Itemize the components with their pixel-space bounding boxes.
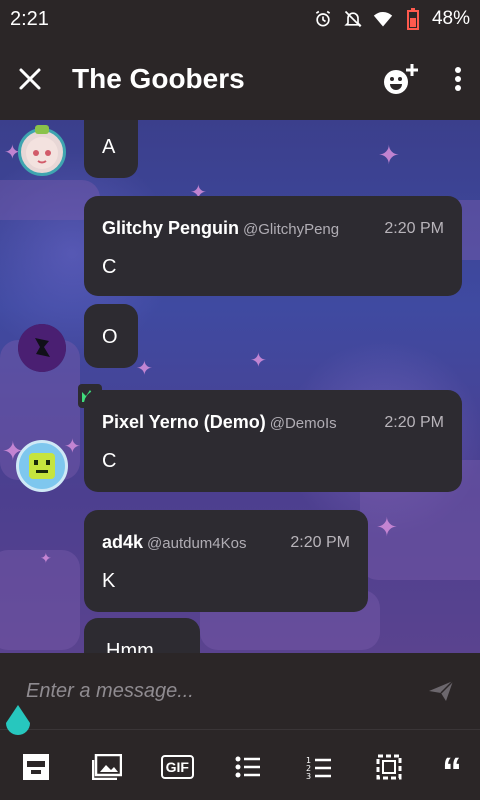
sender-name[interactable]: ad4k bbox=[102, 532, 143, 552]
leaf-badge-icon bbox=[34, 122, 50, 140]
message-text: C bbox=[102, 256, 117, 278]
formatting-toolbar: GIF 123 “ bbox=[0, 745, 480, 789]
message-time: 2:20 PM bbox=[290, 534, 350, 551]
message-bubble[interactable]: A bbox=[84, 120, 138, 178]
message-bubble[interactable]: Hmm bbox=[84, 618, 200, 653]
quote-glyph: “ bbox=[441, 750, 462, 785]
conversation-title: The Goobers bbox=[72, 63, 245, 94]
status-bar: 2:21 48% bbox=[0, 0, 480, 38]
selection-icon[interactable] bbox=[371, 749, 407, 785]
close-icon[interactable] bbox=[18, 67, 42, 91]
status-time: 2:21 bbox=[10, 7, 49, 30]
status-icons: 48% bbox=[312, 8, 470, 30]
composer: GIF 123 “ bbox=[0, 653, 480, 800]
message-text: O bbox=[102, 326, 118, 348]
text-cursor-handle[interactable] bbox=[4, 705, 32, 739]
message-bubble[interactable]: Glitchy Penguin @GlitchyPeng 2:20 PM C bbox=[84, 196, 462, 296]
add-emoji-icon[interactable] bbox=[382, 62, 420, 96]
battery-percent: 48% bbox=[431, 8, 470, 29]
wifi-icon bbox=[372, 8, 394, 30]
numbered-list-icon[interactable]: 123 bbox=[301, 749, 337, 785]
avatar[interactable] bbox=[18, 324, 66, 372]
battery-icon bbox=[402, 8, 424, 30]
message-input[interactable] bbox=[24, 678, 426, 704]
sender-name[interactable]: Pixel Yerno (Demo) bbox=[102, 412, 266, 432]
message-text: K bbox=[102, 570, 116, 592]
message-input-row bbox=[0, 653, 480, 729]
message-bubble[interactable]: Pixel Yerno (Demo) @DemoIs 2:20 PM C bbox=[84, 390, 462, 492]
send-icon[interactable] bbox=[426, 676, 456, 706]
message-time: 2:20 PM bbox=[384, 220, 444, 237]
message-bubble[interactable]: ad4k @autdum4Kos 2:20 PM K bbox=[84, 510, 368, 612]
sender-handle: @autdum4Kos bbox=[147, 535, 247, 552]
gif-label: GIF bbox=[160, 755, 194, 779]
svg-text:3: 3 bbox=[306, 772, 311, 779]
sticker-icon[interactable] bbox=[18, 749, 54, 785]
app-bar: The Goobers bbox=[0, 38, 480, 120]
gif-icon[interactable]: GIF bbox=[159, 749, 195, 785]
bulleted-list-icon[interactable] bbox=[230, 749, 266, 785]
quote-icon[interactable]: “ bbox=[442, 749, 462, 785]
message-text: C bbox=[102, 450, 117, 472]
message-time: 2:20 PM bbox=[384, 414, 444, 431]
sender-name[interactable]: Glitchy Penguin bbox=[102, 218, 239, 238]
divider bbox=[0, 729, 480, 730]
sender-handle: @DemoIs bbox=[269, 415, 337, 432]
image-icon[interactable] bbox=[89, 749, 125, 785]
message-bubble[interactable]: O bbox=[84, 304, 138, 368]
message-list[interactable]: ✦ ✦ ✦ ✦ ✦ ✦ ✦ ✦ ✦ A Glitchy Penguin @Glit… bbox=[0, 120, 480, 653]
avatar[interactable] bbox=[16, 440, 68, 492]
notifications-off-icon bbox=[342, 8, 364, 30]
message-text: A bbox=[102, 136, 116, 158]
more-vert-icon[interactable] bbox=[454, 66, 462, 92]
message-text: Hmm bbox=[106, 640, 154, 653]
sender-handle: @GlitchyPeng bbox=[243, 221, 340, 238]
alarm-icon bbox=[312, 8, 334, 30]
